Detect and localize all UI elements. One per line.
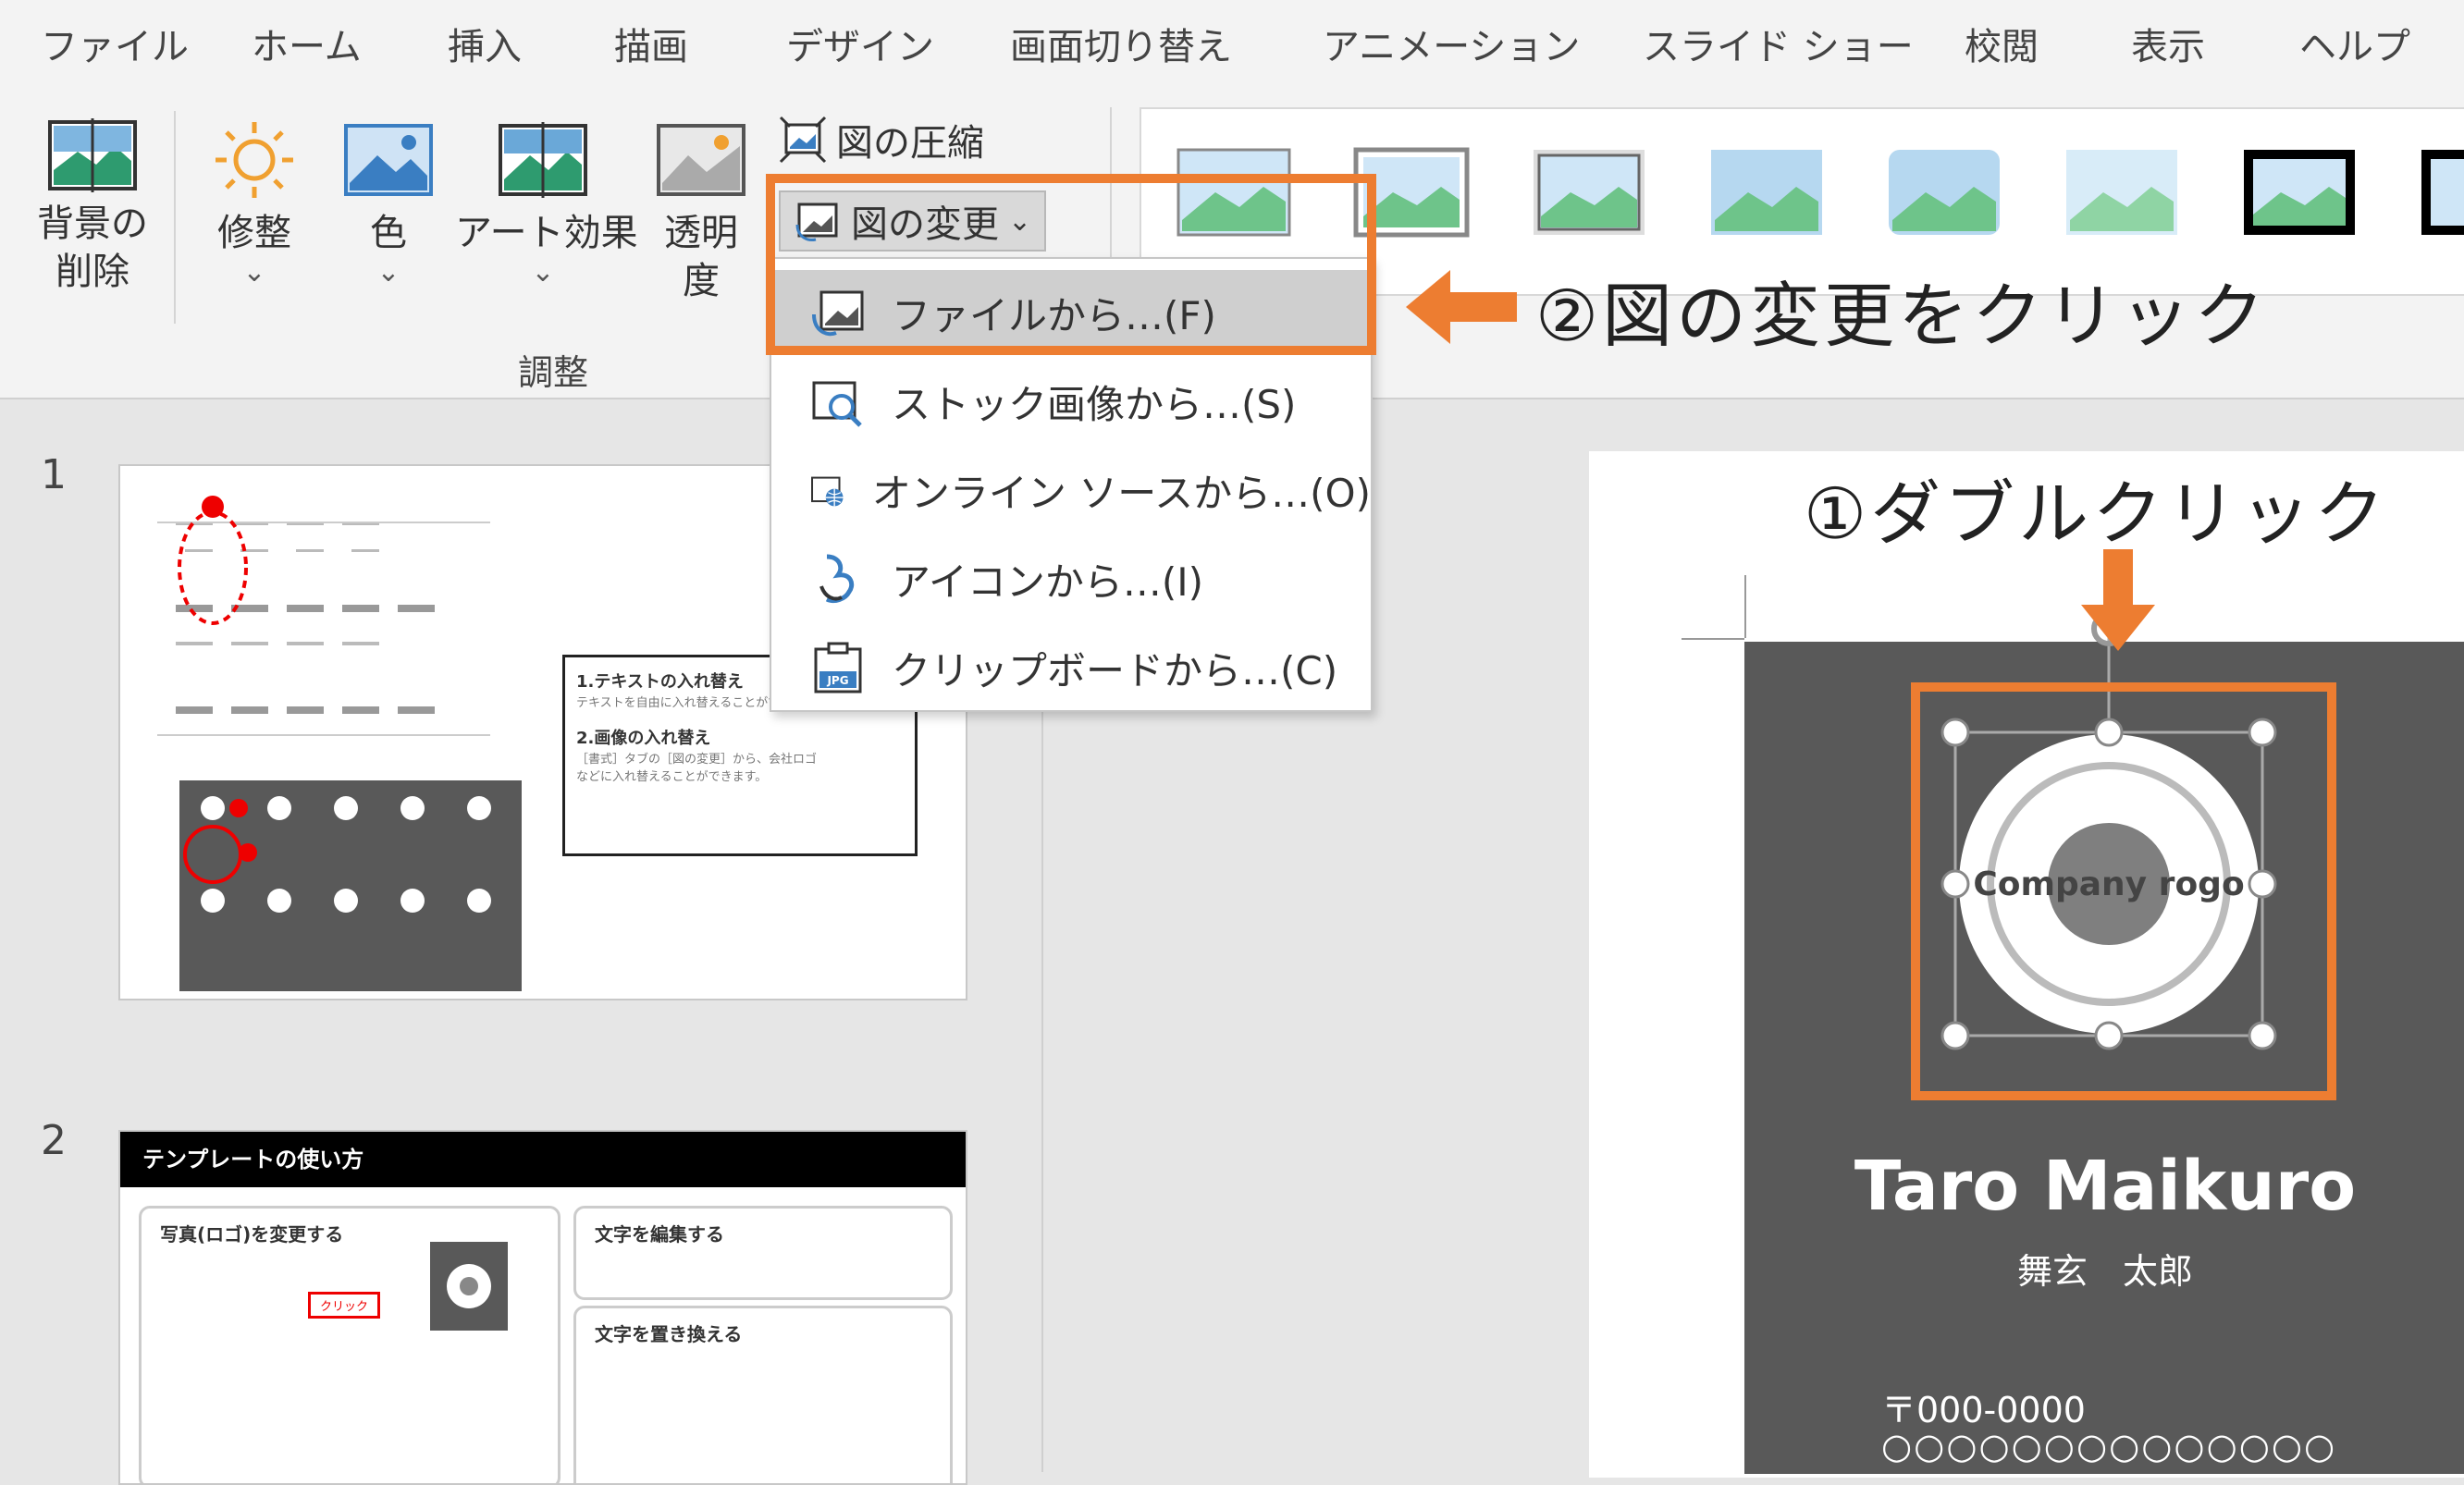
tab-insert[interactable]: 挿入 bbox=[448, 17, 522, 70]
slide-2-section-title: 文字を置き換える bbox=[595, 1323, 743, 1345]
tab-review[interactable]: 校閲 bbox=[1965, 17, 2039, 70]
corrections-label: 修整 bbox=[217, 212, 291, 254]
remove-background-label: 背景の 削除 bbox=[37, 202, 148, 293]
slide-2-click-label: クリック bbox=[308, 1292, 381, 1319]
art-effects-label: アート効果 bbox=[455, 212, 638, 254]
crop-guide-line bbox=[1682, 638, 1744, 640]
crop-guide-line bbox=[1744, 575, 1746, 638]
slide-2-section: 文字を置き換える bbox=[573, 1306, 953, 1483]
transparency-label: 透明 度 bbox=[664, 212, 738, 302]
transparency-button[interactable]: 透明 度 bbox=[646, 118, 757, 305]
slide-2-section: 文字を編集する bbox=[573, 1206, 953, 1300]
menu-item-icons[interactable]: アイコンから…(I) bbox=[771, 536, 1371, 621]
art-effects-button[interactable]: アート効果 ⌄ bbox=[455, 118, 638, 288]
chevron-down-icon: ⌄ bbox=[242, 256, 266, 288]
compress-icon bbox=[779, 116, 827, 164]
picture-style-thumb[interactable] bbox=[2240, 146, 2359, 239]
online-source-icon bbox=[811, 476, 844, 507]
tab-view[interactable]: 表示 bbox=[2131, 17, 2205, 70]
menu-item-label: ストック画像から…(S) bbox=[892, 381, 1297, 427]
tab-help[interactable]: ヘルプ bbox=[2299, 17, 2410, 70]
slide-number: 2 bbox=[41, 1117, 67, 1164]
slide-thumbnail-2[interactable]: テンプレートの使い方 写真(ロゴ)を変更する クリック 文字を編集する 文字を置… bbox=[118, 1130, 967, 1485]
tab-design[interactable]: デザイン bbox=[786, 17, 934, 70]
tab-draw[interactable]: 描画 bbox=[614, 17, 688, 70]
sun-icon bbox=[216, 122, 293, 198]
menu-item-label: アイコンから…(I) bbox=[892, 558, 1204, 605]
picture-style-thumb[interactable] bbox=[1885, 146, 2003, 239]
instruction-heading: 2.画像の入れ替え bbox=[576, 729, 711, 748]
compress-pictures-button[interactable]: 図の圧縮 bbox=[779, 113, 984, 166]
svg-text:JPG: JPG bbox=[826, 674, 848, 687]
card-address[interactable]: ○○○○○○○○○○○○○○ bbox=[1881, 1426, 2336, 1467]
remove-background-icon bbox=[48, 118, 137, 192]
corrections-button[interactable]: 修整 ⌄ bbox=[194, 118, 314, 288]
instruction-text: などに入れ替えることができます。 bbox=[576, 770, 768, 784]
menu-item-label: クリップボードから…(C) bbox=[892, 647, 1338, 693]
card-name-jp[interactable]: 舞玄 太郎 bbox=[1744, 1243, 2464, 1294]
tab-animations[interactable]: アニメーション bbox=[1323, 17, 1580, 70]
picture-style-thumb[interactable] bbox=[1530, 146, 1648, 239]
color-label: 色 bbox=[370, 212, 407, 254]
ribbon-tab-bar: ファイル ホーム 挿入 描画 デザイン 画面切り替え アニメーション スライド … bbox=[0, 0, 2464, 92]
picture-style-thumb[interactable] bbox=[1707, 146, 1826, 239]
slide-2-title: テンプレートの使い方 bbox=[120, 1132, 966, 1187]
chevron-down-icon: ⌄ bbox=[531, 256, 555, 288]
transparency-icon bbox=[657, 124, 745, 196]
tab-transitions[interactable]: 画面切り替え bbox=[1010, 17, 1232, 70]
card-name-en[interactable]: Taro Maikuro bbox=[1744, 1147, 2464, 1226]
art-effects-icon bbox=[499, 122, 587, 198]
icons-icon bbox=[819, 554, 855, 604]
picture-style-thumb[interactable] bbox=[2063, 146, 2181, 239]
highlight-box-logo bbox=[1911, 682, 2336, 1100]
card-postal[interactable]: 〒000-0000 bbox=[1881, 1381, 2086, 1432]
slide-2-section: 写真(ロゴ)を変更する クリック bbox=[139, 1206, 561, 1483]
picture-color-icon bbox=[344, 124, 433, 196]
menu-item-clipboard[interactable]: JPG クリップボードから…(C) bbox=[771, 625, 1371, 710]
slide-2-section-title: 文字を編集する bbox=[595, 1223, 724, 1246]
highlight-box-change-picture bbox=[766, 174, 1376, 355]
chevron-down-icon: ⌄ bbox=[376, 256, 400, 288]
adjust-group-label: 調整 bbox=[518, 352, 589, 393]
ribbon-separator bbox=[174, 111, 176, 324]
tab-home[interactable]: ホーム bbox=[252, 17, 362, 70]
menu-item-label: オンライン ソースから…(O) bbox=[871, 470, 1371, 516]
slide-number: 1 bbox=[41, 451, 67, 498]
slide-2-logo-preview bbox=[430, 1242, 508, 1331]
tab-slideshow[interactable]: スライド ショー bbox=[1643, 17, 1914, 70]
instruction-text: ［書式］タブの［図の変更］から、会社ロゴ bbox=[576, 753, 818, 767]
menu-item-online-sources[interactable]: オンライン ソースから…(O) bbox=[771, 448, 1371, 533]
annotation-step1: ①ダブルクリック bbox=[1804, 472, 2389, 555]
stock-image-icon bbox=[812, 381, 862, 427]
compress-label: 図の圧縮 bbox=[836, 122, 984, 165]
clipboard-icon: JPG bbox=[814, 642, 862, 693]
arrow-down-icon bbox=[2081, 549, 2155, 651]
tab-file[interactable]: ファイル bbox=[41, 17, 189, 70]
menu-item-stock-images[interactable]: ストック画像から…(S) bbox=[771, 359, 1371, 444]
remove-background-button[interactable]: 背景の 削除 bbox=[28, 118, 157, 296]
arrow-left-icon bbox=[1406, 270, 1517, 344]
color-button[interactable]: 色 ⌄ bbox=[333, 118, 444, 288]
annotation-step2: ②図の変更をクリック bbox=[1535, 275, 2269, 357]
picture-style-thumb[interactable] bbox=[2418, 146, 2464, 239]
